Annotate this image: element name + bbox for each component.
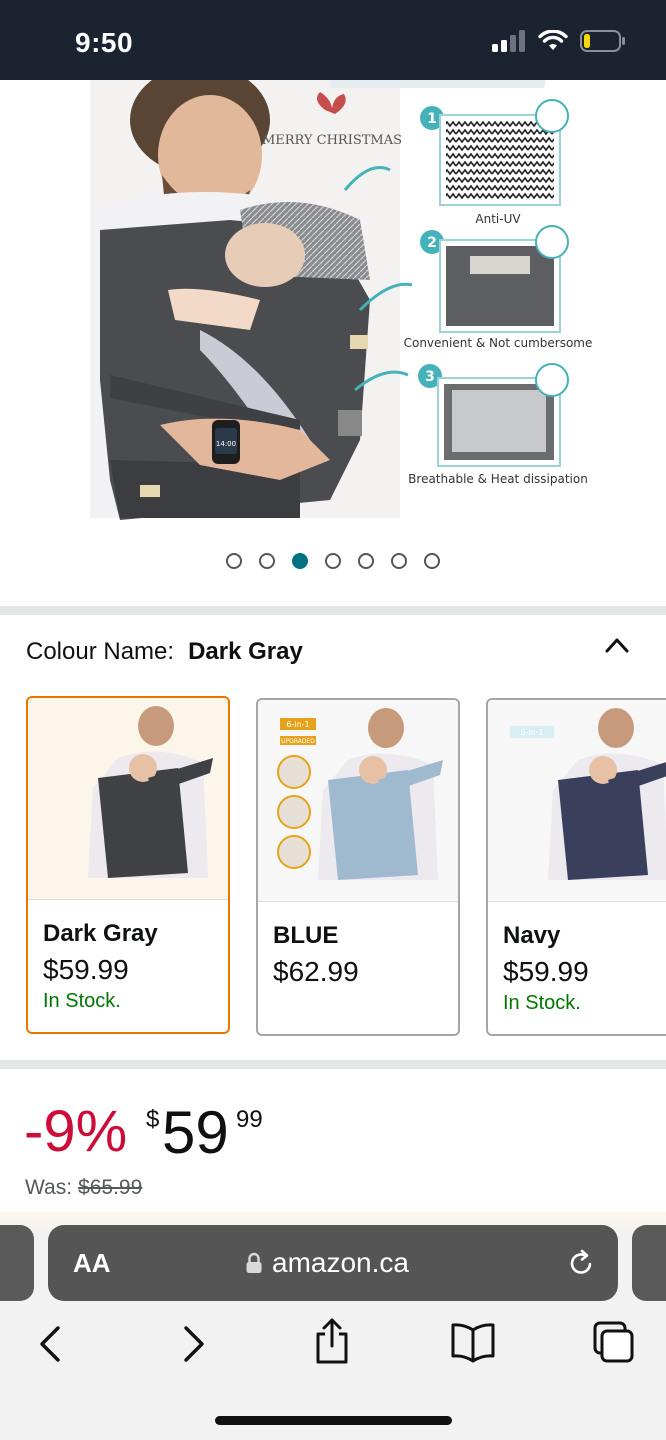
swatch-thumbnail: 6-in-1: [488, 700, 666, 902]
carousel-dot[interactable]: [424, 553, 440, 569]
reader-aa-button[interactable]: AA: [73, 1248, 111, 1279]
swatch-badge: 6-in-1: [286, 720, 309, 729]
was-price: $65.99: [78, 1176, 143, 1199]
wifi-icon: [538, 30, 568, 50]
status-bar: 9:50: [0, 0, 666, 80]
lock-icon: [246, 1252, 262, 1273]
carousel-dot[interactable]: [391, 553, 407, 569]
swatch-price: $59.99: [43, 954, 129, 985]
colour-name-value: Dark Gray: [188, 638, 303, 665]
swatch-name: Navy: [503, 922, 561, 949]
address-domain[interactable]: amazon.ca: [246, 1247, 409, 1279]
swatch-dark-gray[interactable]: Dark Gray $59.99 In Stock.: [26, 696, 230, 1034]
swatch-navy[interactable]: 6-in-1 Navy $59.99 In Stock.: [486, 698, 666, 1036]
previous-tab-peek[interactable]: [0, 1225, 34, 1301]
discount-percent: -9%: [24, 1099, 128, 1164]
product-image[interactable]: 14:00 MERRY CHRISTMAS 1 Anti-UV 2 Conven…: [0, 80, 666, 540]
colour-swatches: Dark Gray $59.99 In Stock. 6-in-1 UPGRAD…: [26, 696, 666, 1038]
price-fraction: 99: [236, 1106, 263, 1133]
carousel-dots: [0, 553, 666, 569]
battery-icon: [580, 30, 625, 52]
feature-3-number: 3: [425, 369, 435, 385]
was-price-row: Was: $65.99: [25, 1176, 142, 1200]
forward-icon[interactable]: [180, 1320, 208, 1368]
colour-name-label: Colour Name:: [26, 638, 175, 665]
carousel-dot[interactable]: [259, 553, 275, 569]
bookmarks-icon[interactable]: [450, 1320, 496, 1364]
reload-icon[interactable]: [568, 1249, 596, 1277]
carousel-dot[interactable]: [325, 553, 341, 569]
domain-text: amazon.ca: [272, 1247, 409, 1278]
back-icon[interactable]: [36, 1320, 64, 1368]
feature-2-number: 2: [427, 235, 437, 251]
browser-toolbar: [0, 1318, 666, 1380]
swatch-price: $62.99: [273, 956, 359, 987]
swatch-name: BLUE: [273, 922, 339, 949]
home-indicator[interactable]: [215, 1416, 452, 1425]
signal-icon: [492, 30, 525, 52]
swatch-stock: In Stock.: [43, 990, 121, 1012]
feature-1-label: Anti-UV: [475, 212, 521, 226]
watch-time: 14:00: [216, 440, 236, 448]
swatch-thumbnail: 6-in-1 UPGRADED: [258, 700, 458, 902]
next-tab-peek[interactable]: [632, 1225, 666, 1301]
feature-1-number: 1: [427, 111, 437, 127]
status-icons: [492, 30, 626, 52]
colour-name-row: Colour Name: Dark Gray: [26, 638, 303, 666]
address-bar[interactable]: AA amazon.ca: [48, 1225, 618, 1301]
share-icon[interactable]: [313, 1316, 351, 1366]
price-whole: 59: [162, 1099, 229, 1166]
feature-3-label: Breathable & Heat dissipation: [408, 472, 588, 486]
section-divider: [0, 606, 666, 615]
tabs-icon[interactable]: [592, 1320, 636, 1366]
carousel-dot[interactable]: [226, 553, 242, 569]
product-illustration: 14:00 MERRY CHRISTMAS 1 Anti-UV 2 Conven…: [90, 80, 593, 520]
section-divider: [0, 1060, 666, 1069]
price-symbol: $: [146, 1106, 160, 1133]
carousel-dot[interactable]: [292, 553, 308, 569]
swatch-thumbnail: [28, 698, 228, 900]
carousel-dot[interactable]: [358, 553, 374, 569]
swatch-blue[interactable]: 6-in-1 UPGRADED BLUE $62.99: [256, 698, 460, 1036]
status-time: 9:50: [75, 27, 134, 58]
was-label: Was:: [25, 1176, 73, 1199]
swatch-badge: 6-in-1: [520, 728, 543, 737]
feature-2-label: Convenient & Not cumbersome: [404, 336, 593, 350]
swatch-name: Dark Gray: [43, 920, 158, 947]
chevron-up-icon[interactable]: [604, 636, 630, 654]
merry-christmas-text: MERRY CHRISTMAS: [262, 133, 402, 148]
swatch-stock: In Stock.: [503, 992, 581, 1014]
swatch-badge-sub: UPGRADED: [281, 738, 315, 745]
swatch-price: $59.99: [503, 956, 589, 987]
